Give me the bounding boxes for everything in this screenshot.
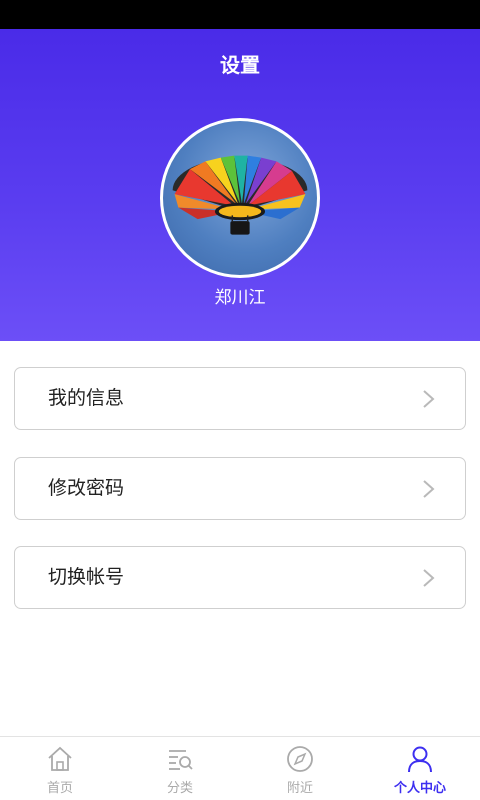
avatar[interactable]	[160, 118, 320, 278]
profile-header: 设置 郑川江	[0, 29, 480, 341]
username: 郑川江	[214, 288, 266, 308]
menu-item-change-password[interactable]: 修改密码	[14, 457, 466, 520]
hot-air-balloon-icon	[172, 155, 308, 235]
bottom-nav: 首页 分类 附近 个人中心	[0, 736, 480, 800]
chevron-right-icon	[423, 569, 435, 587]
nav-item-home[interactable]: 首页	[0, 737, 120, 800]
menu-item-label: 修改密码	[48, 477, 125, 499]
person-icon	[408, 746, 432, 773]
status-bar	[0, 0, 480, 29]
menu-item-switch-account[interactable]: 切换帐号	[14, 546, 466, 609]
nav-label: 首页	[46, 781, 73, 796]
compass-icon	[287, 746, 313, 772]
menu-item-label: 我的信息	[48, 387, 125, 409]
category-search-icon	[169, 750, 193, 770]
chevron-right-icon	[423, 480, 435, 498]
nav-label: 个人中心	[393, 781, 446, 796]
nav-item-nearby[interactable]: 附近	[240, 737, 360, 800]
chevron-right-icon	[423, 390, 435, 408]
page-title: 设置	[220, 53, 260, 77]
nav-item-profile[interactable]: 个人中心	[360, 737, 480, 800]
nav-item-category[interactable]: 分类	[120, 737, 240, 800]
nav-label: 分类	[166, 781, 193, 796]
menu-item-label: 切换帐号	[48, 566, 125, 588]
home-icon	[48, 746, 72, 771]
nav-label: 附近	[286, 781, 313, 796]
menu-item-my-info[interactable]: 我的信息	[14, 367, 466, 430]
